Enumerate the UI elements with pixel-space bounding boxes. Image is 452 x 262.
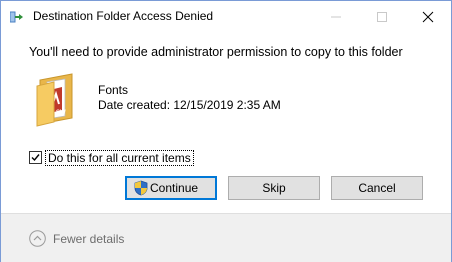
continue-label: Continue	[150, 181, 199, 195]
close-button[interactable]	[405, 1, 451, 32]
minimize-button[interactable]	[313, 1, 359, 32]
window-title: Destination Folder Access Denied	[33, 9, 214, 23]
item-date-created: Date created: 12/15/2019 2:35 AM	[98, 98, 281, 112]
title-bar[interactable]: Destination Folder Access Denied	[1, 1, 451, 32]
chevron-up-circle-icon[interactable]	[29, 230, 46, 247]
uac-shield-icon	[134, 180, 148, 196]
item-name: Fonts	[98, 83, 129, 97]
copy-arrow-icon	[9, 10, 24, 23]
svg-text:SW: SW	[56, 110, 66, 116]
folder-icon: SW	[34, 70, 82, 128]
minimize-icon	[331, 16, 341, 18]
continue-button[interactable]: Continue	[125, 176, 217, 200]
apply-to-all-checkbox[interactable]	[29, 151, 42, 164]
checkmark-icon	[31, 154, 40, 162]
maximize-button[interactable]	[359, 1, 405, 32]
maximize-icon	[377, 12, 387, 22]
dialog-window: Destination Folder Access Denied You'll …	[0, 0, 452, 262]
close-icon	[422, 11, 434, 23]
skip-button[interactable]: Skip	[228, 176, 320, 200]
apply-to-all-label[interactable]: Do this for all current items	[45, 150, 194, 166]
cancel-button[interactable]: Cancel	[331, 176, 423, 200]
details-footer: Fewer details	[1, 213, 451, 262]
permission-message: You'll need to provide administrator per…	[29, 45, 403, 59]
fewer-details-link[interactable]: Fewer details	[53, 232, 124, 246]
